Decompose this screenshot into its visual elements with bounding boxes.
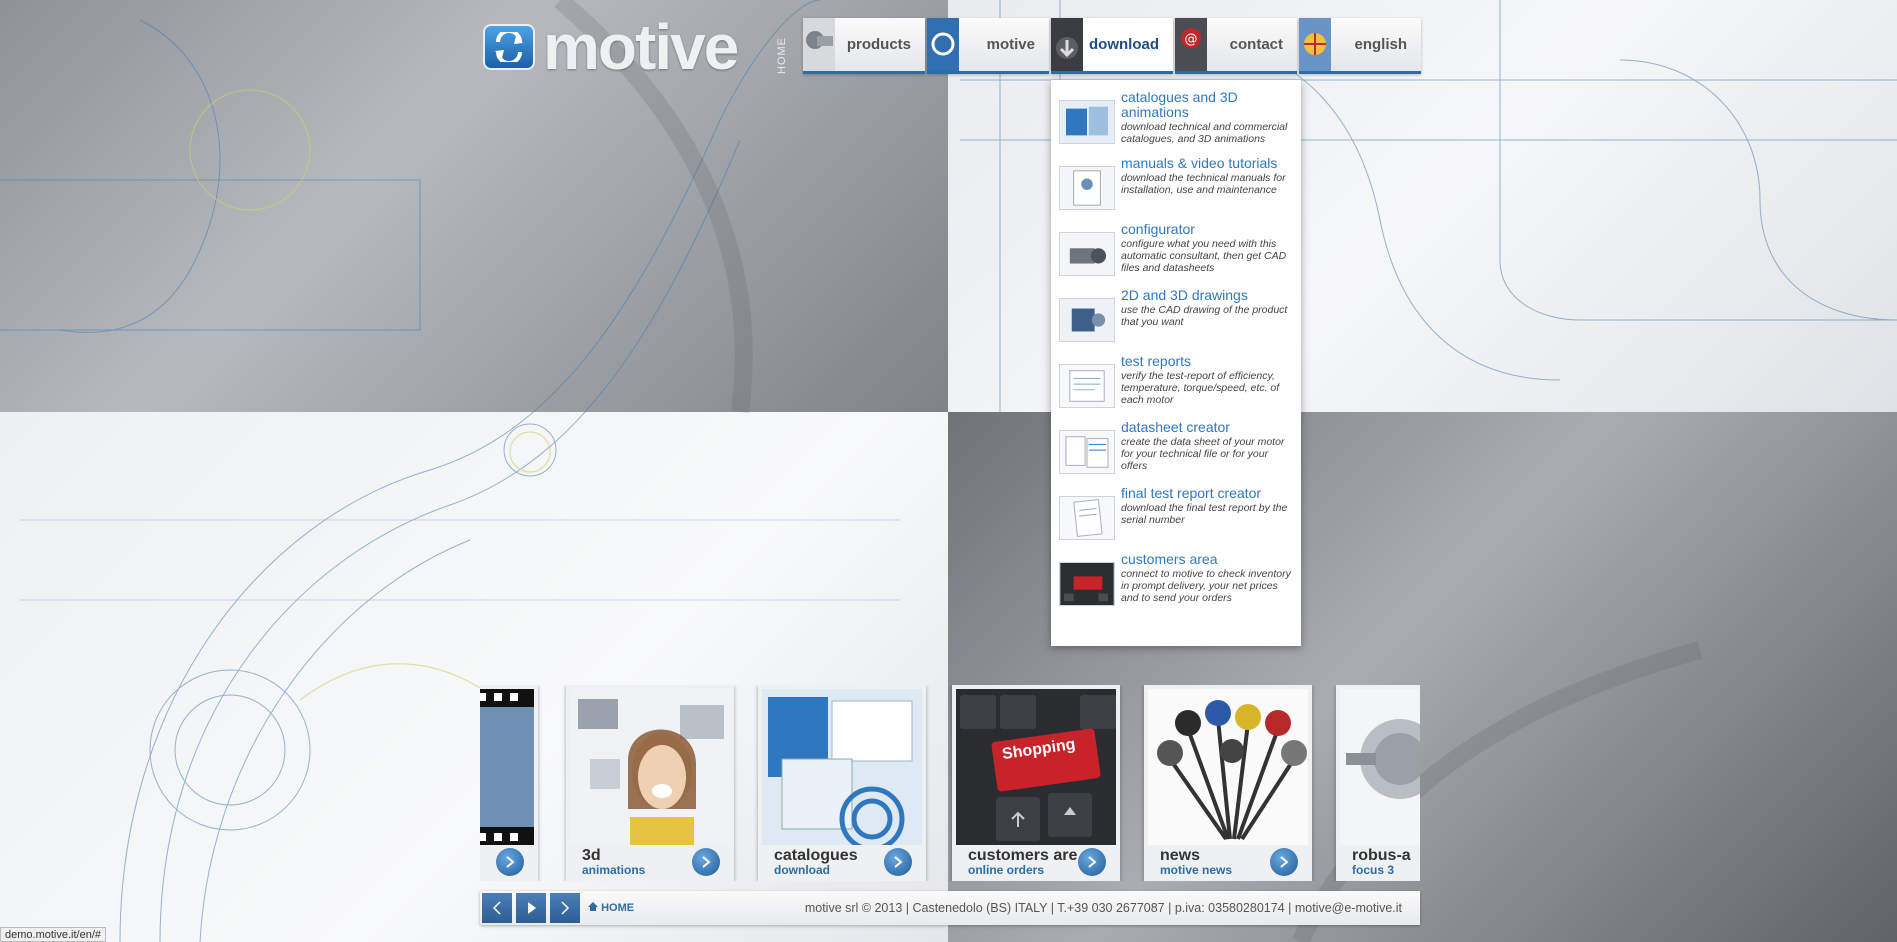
download-arrow-icon bbox=[1051, 18, 1083, 71]
dropdown-item-desc: download the technical manuals for insta… bbox=[1121, 172, 1286, 196]
card-next-arrow-icon[interactable] bbox=[1270, 848, 1298, 876]
card-next-arrow-icon[interactable] bbox=[884, 848, 912, 876]
nav-motive-label: motive bbox=[986, 36, 1035, 53]
final-report-thumbnail-icon bbox=[1059, 496, 1115, 540]
logo-text: motive bbox=[543, 11, 739, 83]
woman-smiling-image bbox=[570, 689, 730, 845]
dropdown-item-desc: configure what you need with this automa… bbox=[1121, 238, 1287, 274]
dropdown-item-drawings[interactable]: 2D and 3D drawings use the CAD drawing o… bbox=[1059, 288, 1293, 354]
card-next-arrow-icon[interactable] bbox=[496, 848, 524, 876]
microphones-image bbox=[1148, 689, 1308, 845]
gear-motor-icon bbox=[803, 18, 835, 71]
dropdown-item-datasheet[interactable]: datasheet creator create the data sheet … bbox=[1059, 420, 1293, 486]
dropdown-item-desc: verify the test-report of efficiency, te… bbox=[1121, 370, 1280, 406]
carousel-next-button[interactable] bbox=[550, 893, 580, 923]
home-icon bbox=[588, 902, 598, 911]
card-subtitle: download bbox=[774, 863, 830, 877]
dropdown-item-manuals[interactable]: manuals & video tutorials download the t… bbox=[1059, 156, 1293, 222]
nav-products[interactable]: products bbox=[803, 18, 925, 74]
dropdown-item-title: test reports bbox=[1121, 353, 1192, 369]
datasheet-thumbnail-icon bbox=[1059, 430, 1115, 474]
nav-motive[interactable]: motive bbox=[927, 18, 1049, 74]
film-strip-image bbox=[480, 689, 534, 845]
feature-carousel: 3d animations catalogues download Shoppi… bbox=[480, 685, 1420, 881]
chevron-right-icon bbox=[561, 901, 570, 915]
dropdown-item-catalogues[interactable]: catalogues and 3D animations download te… bbox=[1059, 90, 1293, 156]
carousel-card-news[interactable]: news motive news bbox=[1144, 685, 1312, 881]
main-nav: products motive download @ contact engli… bbox=[803, 18, 1421, 74]
home-vertical-link[interactable]: HOME bbox=[776, 20, 794, 74]
nav-products-label: products bbox=[846, 36, 911, 53]
download-dropdown-menu: catalogues and 3D animations download te… bbox=[1051, 80, 1301, 646]
cad-drawing-thumbnail-icon bbox=[1059, 298, 1115, 342]
play-icon bbox=[528, 902, 536, 914]
carousel-play-button[interactable] bbox=[516, 893, 546, 923]
encoder-image bbox=[1340, 689, 1420, 845]
keyboard-thumbnail-icon bbox=[1059, 562, 1115, 606]
nav-contact[interactable]: @ contact bbox=[1175, 18, 1297, 74]
carousel-card-robus-a[interactable]: robus-a focus 3 bbox=[1336, 685, 1420, 881]
dropdown-item-desc: use the CAD drawing of the product that … bbox=[1121, 304, 1288, 328]
dropdown-item-title: datasheet creator bbox=[1121, 419, 1230, 435]
catalogue-thumbnail-icon bbox=[1059, 100, 1115, 144]
dropdown-item-title: 2D and 3D drawings bbox=[1121, 287, 1248, 303]
footer-company-info: motive srl © 2013 | Castenedolo (BS) ITA… bbox=[804, 901, 1402, 915]
nav-download-label: download bbox=[1089, 36, 1159, 53]
motive-mark-icon bbox=[927, 18, 959, 71]
dropdown-item-desc: connect to motive to check inventory in … bbox=[1121, 568, 1291, 604]
carousel-card-customers-area[interactable]: Shopping customers are online orders bbox=[952, 685, 1120, 881]
card-subtitle: online orders bbox=[968, 863, 1045, 877]
dropdown-item-final-test[interactable]: final test report creator download the f… bbox=[1059, 486, 1293, 552]
nav-language-label: english bbox=[1354, 36, 1407, 53]
carousel-card-catalogues[interactable]: catalogues download bbox=[758, 685, 926, 881]
svg-text:@: @ bbox=[1185, 32, 1198, 47]
nav-download[interactable]: download bbox=[1051, 18, 1173, 74]
dropdown-item-desc: create the data sheet of your motor for … bbox=[1121, 436, 1285, 472]
card-subtitle: motive news bbox=[1160, 863, 1233, 877]
card-next-arrow-icon[interactable] bbox=[692, 848, 720, 876]
dropdown-item-title: final test report creator bbox=[1121, 485, 1262, 501]
logo-mark-icon bbox=[483, 24, 535, 70]
keyboard-shopping-image bbox=[956, 689, 1116, 845]
nav-contact-label: contact bbox=[1229, 36, 1283, 53]
contact-at-icon: @ bbox=[1175, 18, 1207, 71]
nav-language[interactable]: english bbox=[1299, 18, 1421, 74]
motor-thumbnail-icon bbox=[1059, 232, 1115, 276]
carousel-card-3d-animations[interactable]: 3d animations bbox=[566, 685, 734, 881]
manual-thumbnail-icon bbox=[1059, 166, 1115, 210]
footer-bar: HOME motive srl © 2013 | Castenedolo (BS… bbox=[480, 891, 1420, 925]
dropdown-item-title: customers area bbox=[1121, 551, 1218, 567]
globe-icon bbox=[1299, 18, 1331, 71]
card-subtitle: focus 3 bbox=[1352, 863, 1395, 877]
carousel-prev-button[interactable] bbox=[482, 893, 512, 923]
dropdown-item-desc: download technical and commercial catalo… bbox=[1121, 121, 1288, 145]
dropdown-item-title: configurator bbox=[1121, 221, 1195, 237]
footer-home-label: HOME bbox=[601, 902, 635, 914]
footer-home-link[interactable]: HOME bbox=[588, 902, 634, 914]
motive-logo[interactable]: motive bbox=[483, 11, 783, 83]
report-thumbnail-icon bbox=[1059, 364, 1115, 408]
catalogues-image bbox=[762, 689, 922, 852]
status-bar-url: demo.motive.it/en/# bbox=[0, 927, 106, 942]
card-next-arrow-icon[interactable] bbox=[1078, 848, 1106, 876]
chevron-left-icon bbox=[492, 901, 501, 915]
card-subtitle: animations bbox=[582, 863, 646, 877]
dropdown-item-test-reports[interactable]: test reports verify the test-report of e… bbox=[1059, 354, 1293, 420]
dropdown-item-title: manuals & video tutorials bbox=[1121, 155, 1278, 171]
dropdown-item-customers-area[interactable]: customers area connect to motive to chec… bbox=[1059, 552, 1293, 618]
dropdown-item-configurator[interactable]: configurator configure what you need wit… bbox=[1059, 222, 1293, 288]
dropdown-item-title: catalogues and 3D animations bbox=[1121, 89, 1238, 120]
carousel-card-partial[interactable] bbox=[480, 685, 538, 881]
dropdown-item-desc: download the final test report by the se… bbox=[1121, 502, 1288, 526]
